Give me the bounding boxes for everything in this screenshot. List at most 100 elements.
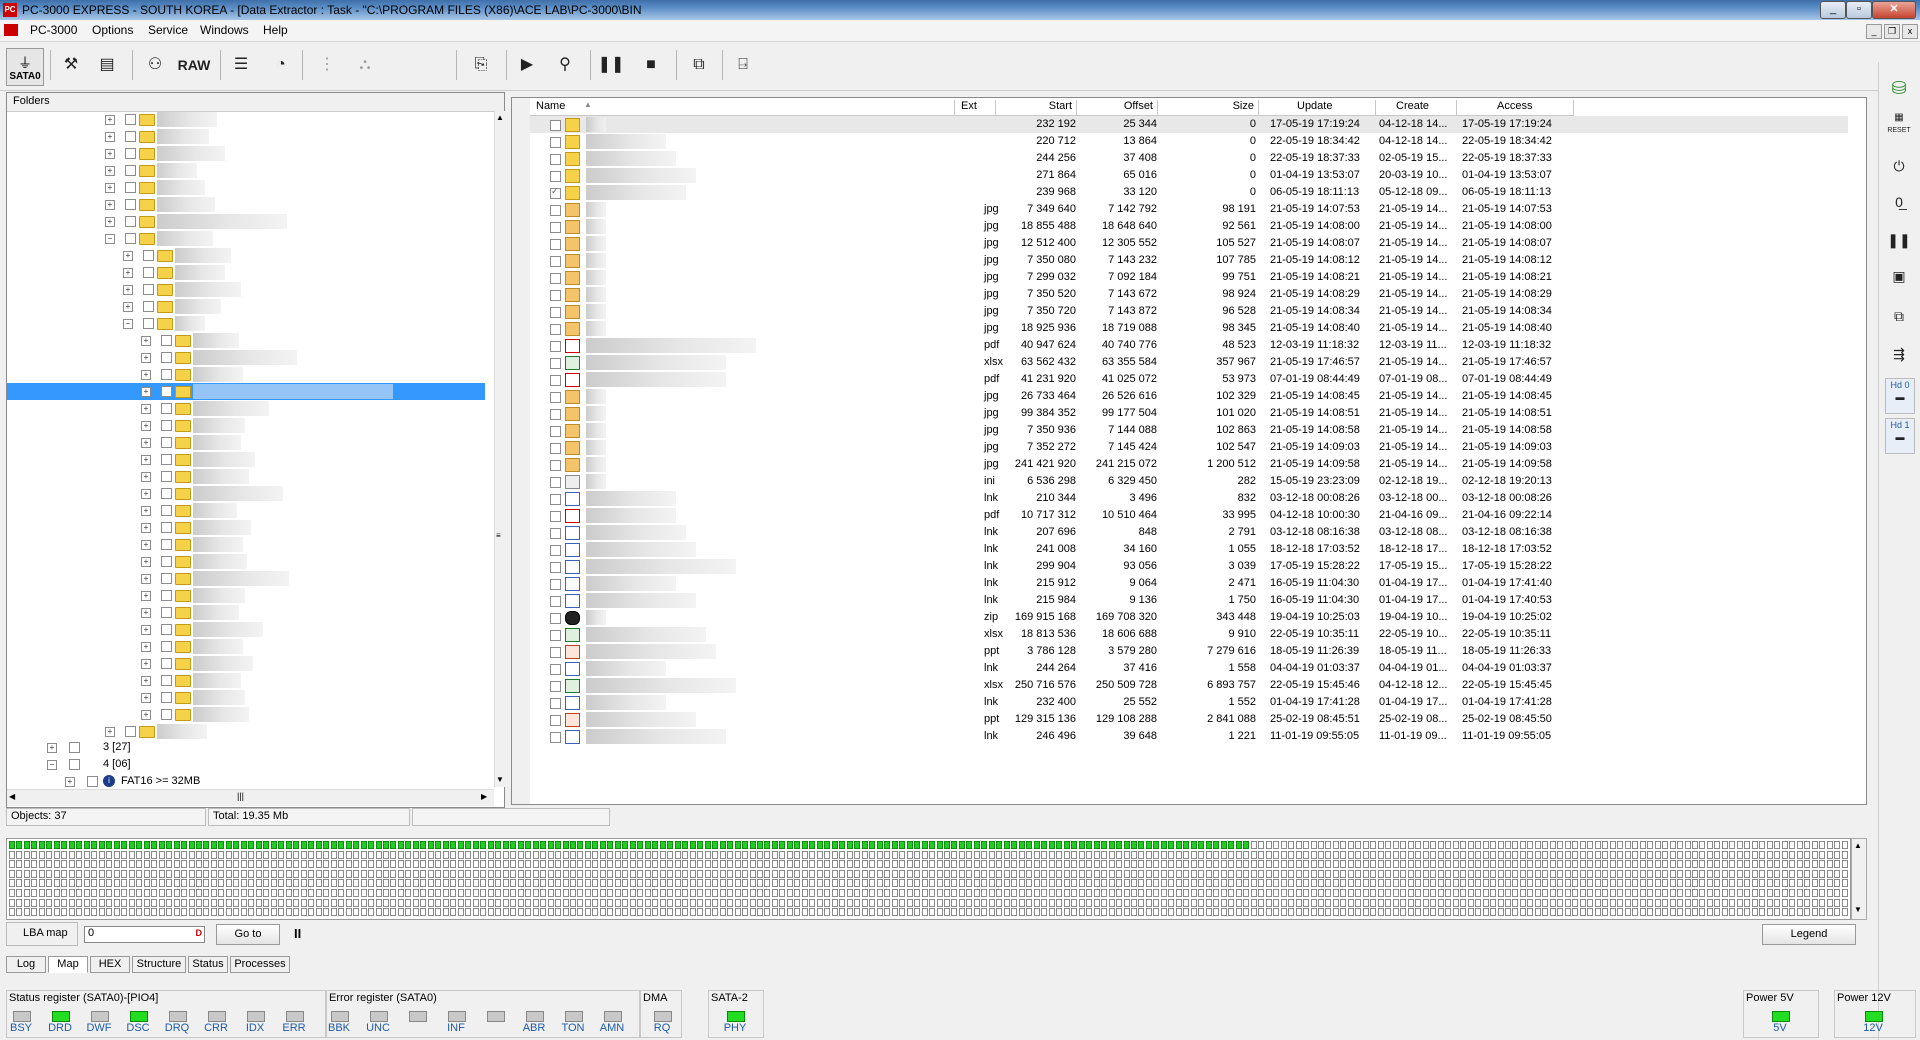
tree-folder-item[interactable]: + [7,468,485,485]
file-row[interactable]: jpg 7 349 640 7 142 792 98 191 21-05-19 14:0… [530,201,1848,218]
tree-folder-item[interactable]: + [7,638,485,655]
file-row[interactable]: lnk 207 696 848 2 791 03-12-18 08:16:38 03-12… [530,524,1848,541]
map-scrollbar[interactable]: ▲ ▼ [1851,838,1867,920]
tree-checkbox[interactable] [161,522,172,533]
file-checkbox[interactable] [550,290,561,301]
tree-folder-item[interactable]: + [7,332,485,349]
tree-folder-item[interactable]: + [7,570,485,587]
tree-folder-item[interactable]: − [7,315,485,332]
file-row[interactable]: xlsx 63 562 432 63 355 584 357 967 21-05-19 … [530,354,1848,371]
expand-icon[interactable]: + [141,642,151,652]
expand-icon[interactable]: + [105,217,115,227]
menu-help[interactable]: Help [263,23,288,37]
lba-input[interactable]: 0D [84,926,205,943]
expand-icon[interactable]: + [105,115,115,125]
export-icon[interactable]: ⎘ [466,50,496,80]
tree-checkbox[interactable] [161,658,172,669]
column-header-size[interactable]: Size [1158,100,1259,116]
file-row[interactable]: jpg 12 512 400 12 305 552 105 527 21-05-19 1… [530,235,1848,252]
expand-icon[interactable]: + [141,591,151,601]
file-row[interactable]: pdf 40 947 624 40 740 776 48 523 12-03-19 11… [530,337,1848,354]
app-menu-icon[interactable] [4,24,18,36]
file-row[interactable]: jpg 7 350 520 7 143 672 98 924 21-05-19 14:0… [530,286,1848,303]
expand-icon[interactable]: + [123,285,133,295]
expand-icon[interactable]: + [141,574,151,584]
file-checkbox[interactable] [550,562,561,573]
expand-icon[interactable]: + [141,353,151,363]
column-header-offset[interactable]: Offset [1077,100,1158,116]
file-checkbox[interactable] [550,443,561,454]
file-checkbox[interactable] [550,579,561,590]
lba-map[interactable] [6,838,1851,920]
disk-icon[interactable]: ◔ [266,50,296,80]
tree-checkbox[interactable] [161,539,172,550]
file-checkbox[interactable] [550,545,561,556]
tree-checkbox[interactable] [161,675,172,686]
tree-checkbox[interactable] [125,148,136,159]
expand-icon[interactable]: + [141,455,151,465]
tree-folder-item[interactable]: − [7,230,485,247]
expand-icon[interactable]: + [141,472,151,482]
exit-icon[interactable]: ⍈ [728,50,758,80]
file-row[interactable]: ppt 3 786 128 3 579 280 7 279 616 18-05-19 1… [530,643,1848,660]
tree-checkbox[interactable] [125,165,136,176]
expand-icon[interactable]: + [141,676,151,686]
tree-folder-item[interactable]: + [7,519,485,536]
scroll-left-icon[interactable]: ◀ [9,792,15,801]
hierarchy-icon[interactable]: ⛬ [350,50,380,80]
expand-icon[interactable]: + [105,727,115,737]
file-row[interactable]: xlsx 250 716 576 250 509 728 6 893 757 22-05… [530,677,1848,694]
file-checkbox[interactable] [550,307,561,318]
tree-folder-item[interactable]: + [7,485,485,502]
tree-folder-item[interactable]: + [7,196,485,213]
goto-button[interactable]: Go to [216,924,280,945]
menu-pc3000[interactable]: PC-3000 [30,23,77,37]
column-header-create[interactable]: Create [1376,100,1457,116]
tree-checkbox[interactable] [161,403,172,414]
file-row[interactable]: ini 6 536 298 6 329 450 282 15-05-19 23:23:0… [530,473,1848,490]
file-row[interactable]: ✓ 239 968 33 120 0 06-05-19 18:11:13 05-12-18… [530,184,1848,201]
log-icon[interactable]: ▤ [92,50,122,80]
tree-folder-item[interactable]: + [7,655,485,672]
tree-checkbox[interactable] [125,233,136,244]
file-row[interactable]: jpg 7 299 032 7 092 184 99 751 21-05-19 14:0… [530,269,1848,286]
tree-checkbox[interactable] [161,352,172,363]
expand-icon[interactable]: + [141,523,151,533]
tree-checkbox[interactable] [125,199,136,210]
close-button[interactable]: ✕ [1872,1,1916,19]
expand-icon[interactable]: + [65,777,75,787]
tree-checkbox[interactable] [161,386,172,397]
tree-structure-icon[interactable]: ⋮ [312,50,342,80]
column-header-access[interactable]: Access [1457,100,1574,116]
tab-status[interactable]: Status [188,956,228,973]
tree-partition-3[interactable]: + 3 [27] [7,739,485,756]
file-checkbox[interactable] [550,494,561,505]
tab-log[interactable]: Log [6,956,46,973]
expand-icon[interactable]: + [105,166,115,176]
tree-folder-item[interactable]: + [7,111,485,128]
tree-checkbox[interactable] [161,454,172,465]
tree-checkbox[interactable] [161,709,172,720]
tree-checkbox[interactable] [125,726,136,737]
file-row[interactable]: lnk 241 008 34 160 1 055 18-12-18 17:03:52 18… [530,541,1848,558]
file-checkbox[interactable] [550,239,561,250]
tree-checkbox[interactable] [143,267,154,278]
tree-checkbox[interactable] [161,641,172,652]
file-checkbox[interactable] [550,477,561,488]
expand-icon[interactable]: + [141,693,151,703]
tree-folder-item[interactable]: + [7,604,485,621]
chip-icon[interactable]: ▣ [1885,262,1913,290]
tree-folder-item[interactable]: + [7,723,485,740]
file-row[interactable]: jpg 7 350 720 7 143 872 96 528 21-05-19 14:0… [530,303,1848,320]
mdi-restore-button[interactable]: ❐ [1884,24,1900,39]
menu-options[interactable]: Options [92,23,133,37]
scroll-down-icon[interactable]: ▼ [496,775,504,784]
file-checkbox[interactable] [550,409,561,420]
tree-checkbox[interactable] [161,471,172,482]
file-row[interactable]: jpg 18 855 488 18 648 640 92 561 21-05-19 14… [530,218,1848,235]
connector-icon[interactable]: ⇶ [1885,340,1913,368]
file-row[interactable]: jpg 7 352 272 7 145 424 102 547 21-05-19 14:… [530,439,1848,456]
file-checkbox[interactable] [550,596,561,607]
file-checkbox[interactable] [550,647,561,658]
file-checkbox[interactable] [550,273,561,284]
